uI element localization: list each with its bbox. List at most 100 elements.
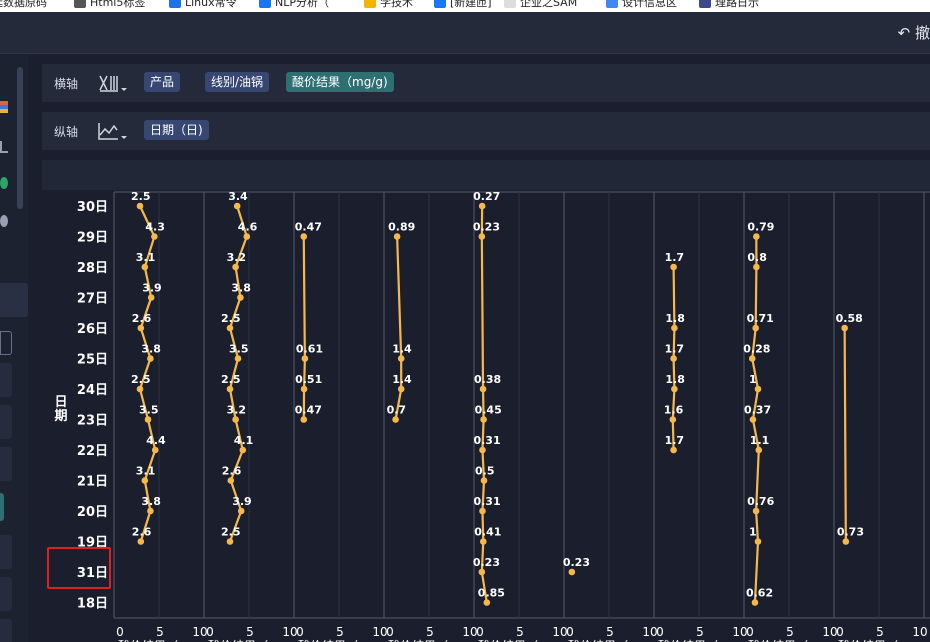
data-point bbox=[233, 202, 241, 210]
y-tick-label: 20日 bbox=[77, 505, 108, 520]
data-label: 0.47 bbox=[295, 221, 322, 234]
data-label: 1.1 bbox=[750, 434, 770, 447]
data-label: 3.2 bbox=[227, 251, 247, 264]
data-point bbox=[748, 355, 756, 362]
data-label: 3.1 bbox=[136, 465, 156, 478]
data-label: 0.76 bbox=[747, 495, 774, 508]
data-label: 1.7 bbox=[665, 343, 685, 356]
y-tick-label: 22日 bbox=[77, 444, 108, 459]
data-point bbox=[226, 324, 234, 332]
data-point bbox=[670, 263, 677, 271]
data-label: 2.6 bbox=[132, 312, 152, 325]
data-label: 0.8 bbox=[747, 251, 767, 264]
data-point bbox=[483, 599, 491, 606]
y-tick-label: 29日 bbox=[77, 231, 108, 246]
data-point bbox=[479, 507, 486, 515]
x-tick-label: 0 bbox=[116, 625, 124, 639]
x-tick-label: 0 bbox=[656, 625, 664, 639]
data-label: 3.9 bbox=[232, 495, 252, 508]
x-tick-label: 0 bbox=[566, 625, 574, 639]
x-axis-title: 酸价结果（m bbox=[118, 638, 190, 642]
data-label: 0.23 bbox=[473, 556, 500, 569]
data-label: 1 bbox=[749, 526, 757, 539]
data-label: 4.6 bbox=[238, 221, 258, 234]
data-label: 1.4 bbox=[392, 343, 412, 356]
data-label: 0.23 bbox=[473, 221, 500, 234]
data-label: 0.89 bbox=[388, 221, 415, 234]
data-label: 3.8 bbox=[141, 343, 161, 356]
data-label: 2.5 bbox=[131, 373, 151, 386]
x-tick-label: 0 bbox=[206, 625, 214, 639]
data-label: 1.8 bbox=[665, 373, 685, 386]
data-point bbox=[300, 233, 308, 240]
data-point bbox=[136, 202, 144, 210]
data-point bbox=[752, 507, 760, 515]
data-point bbox=[226, 385, 234, 393]
data-point bbox=[671, 324, 678, 332]
data-label: 0.79 bbox=[747, 221, 774, 234]
data-point bbox=[670, 355, 677, 362]
data-point bbox=[670, 446, 677, 454]
data-label: 0.58 bbox=[836, 312, 863, 325]
data-point bbox=[478, 568, 486, 576]
data-point bbox=[147, 507, 154, 515]
data-label: 4.3 bbox=[145, 221, 165, 234]
data-point bbox=[480, 477, 488, 484]
data-point bbox=[151, 233, 158, 240]
data-point bbox=[753, 263, 760, 271]
data-point bbox=[137, 324, 145, 332]
data-point bbox=[141, 477, 149, 484]
data-label: 0.28 bbox=[743, 343, 770, 356]
data-point bbox=[751, 599, 759, 606]
y-tick-label: 28日 bbox=[77, 261, 108, 276]
data-label: 0.7 bbox=[387, 404, 407, 417]
y-tick-label: 24日 bbox=[77, 383, 108, 398]
x-axis-title: 酸价结果（m bbox=[568, 638, 640, 642]
data-point bbox=[393, 233, 401, 240]
data-label: 0.37 bbox=[744, 404, 771, 417]
data-point bbox=[479, 446, 486, 454]
data-point bbox=[301, 355, 309, 362]
data-point bbox=[755, 446, 763, 454]
x-axis-title: 酸价结果（m bbox=[478, 638, 550, 642]
data-point bbox=[671, 385, 678, 393]
data-label: 1.8 bbox=[665, 312, 685, 325]
x-tick-label: 5 bbox=[246, 625, 254, 639]
data-point bbox=[479, 538, 487, 545]
data-label: 0.41 bbox=[474, 526, 501, 539]
x-tick-label: 5 bbox=[426, 625, 434, 639]
data-label: 4.1 bbox=[234, 434, 254, 447]
data-label: 3.2 bbox=[227, 404, 247, 417]
data-point bbox=[237, 294, 244, 301]
data-point bbox=[243, 233, 251, 240]
data-point bbox=[754, 385, 762, 393]
data-point bbox=[147, 355, 154, 362]
data-point bbox=[300, 385, 308, 393]
data-label: 2.5 bbox=[221, 373, 241, 386]
data-point bbox=[841, 324, 848, 332]
x-tick-label: 5 bbox=[156, 625, 164, 639]
data-point bbox=[226, 538, 234, 545]
data-label: 3.8 bbox=[141, 495, 161, 508]
series-line bbox=[843, 327, 847, 542]
data-point bbox=[234, 355, 242, 362]
x-tick-label: 0 bbox=[746, 625, 754, 639]
x-tick-label: 5 bbox=[876, 625, 884, 639]
data-label: 3.5 bbox=[139, 404, 159, 417]
x-tick-label: 5 bbox=[336, 625, 344, 639]
y-tick-label: 30日 bbox=[77, 200, 108, 215]
data-label: 1.6 bbox=[664, 404, 684, 417]
y-tick-label: 21日 bbox=[77, 475, 108, 490]
x-axis-title: 酸价结果（m bbox=[388, 638, 460, 642]
x-tick-label: 5 bbox=[696, 625, 704, 639]
data-label: 3.5 bbox=[229, 343, 249, 356]
data-point bbox=[752, 324, 759, 332]
data-point bbox=[478, 233, 486, 240]
data-label: 0.23 bbox=[563, 556, 590, 569]
data-label: 0.51 bbox=[295, 373, 322, 386]
x-axis-title: 酸价结果（m bbox=[658, 638, 730, 642]
data-point bbox=[300, 416, 308, 423]
data-point bbox=[239, 446, 247, 454]
data-point bbox=[397, 385, 405, 393]
data-label: 0.71 bbox=[747, 312, 774, 325]
